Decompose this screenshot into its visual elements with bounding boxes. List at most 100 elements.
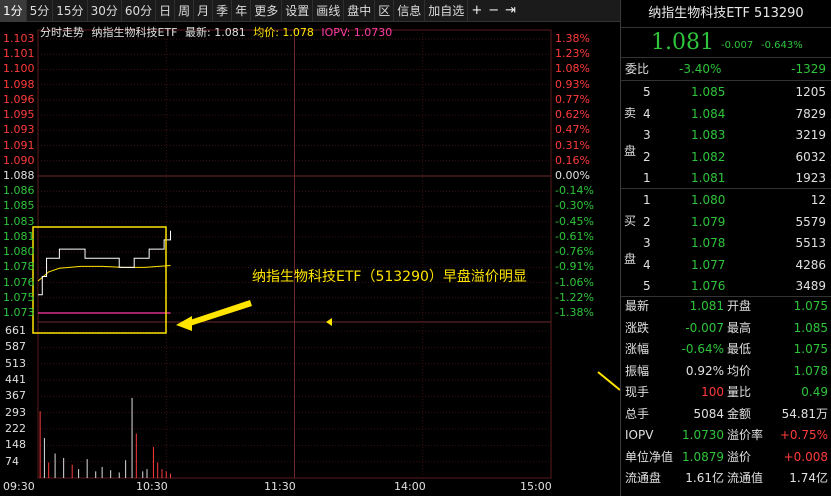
stat-key: 涨跌: [625, 320, 650, 335]
bid-price: 1.076: [691, 279, 726, 293]
stat-row: 涨幅 -0.64% 最低 1.075: [621, 339, 831, 359]
bid-level: 1: [643, 193, 651, 207]
ask-volume: 7829: [795, 106, 826, 121]
stat-value: +0.75%: [779, 428, 828, 442]
ask-price: 1.085: [691, 85, 726, 99]
stat-value: 100: [701, 385, 724, 399]
pct-tick-label: 1.38%: [555, 32, 590, 45]
stat-key: 涨幅: [625, 342, 650, 356]
bid-level: 2: [643, 214, 651, 229]
price-tick-label: 1.090: [3, 153, 35, 167]
price-line: [38, 230, 172, 296]
stat-value: 1.0879: [682, 449, 724, 464]
buy-side-label: 买: [623, 214, 636, 228]
price-tick-label: 1.073: [3, 306, 35, 319]
ask-row: 1 1.081 1923: [621, 168, 831, 188]
sell-side-label: 卖: [623, 106, 636, 120]
ask-row: 3 1.083 3219: [621, 125, 831, 145]
bid-price: 1.080: [691, 193, 726, 207]
stat-key: IOPV: [625, 428, 654, 442]
ask-price: 1.084: [691, 106, 726, 121]
pct-tick-label: 1.08%: [555, 62, 590, 76]
panel-change: -0.007: [721, 40, 754, 51]
highlight-box: [32, 226, 167, 334]
stat-value: 1.075: [793, 299, 828, 313]
ask-level: 2: [643, 149, 651, 164]
stat-key: 量比: [727, 385, 752, 399]
chart-iopv-label: IOPV: 1.0730: [321, 26, 393, 39]
time-tick-label: 14:00: [394, 480, 426, 493]
panel-title: 纳指生物科技ETF 513290: [621, 0, 831, 28]
bid-level: 3: [643, 236, 651, 250]
price-tick-label: 1.096: [3, 92, 35, 106]
panel-last-price: 1.081: [651, 30, 714, 55]
price-tick-label: 1.076: [3, 275, 35, 289]
price-tick-label: 1.080: [3, 245, 35, 259]
ask-price: 1.083: [691, 128, 726, 142]
weibi-value: -1329: [791, 62, 826, 76]
ask-volume: 1923: [795, 171, 826, 185]
chart-mode-label: 分时走势: [40, 26, 84, 39]
price-tick-label: 1.098: [3, 77, 35, 91]
stat-value: 0.49: [801, 385, 828, 399]
price-tick-label: 1.086: [3, 184, 35, 198]
ask-volume: 6032: [795, 149, 826, 164]
volume-tick-label: 661: [5, 324, 26, 337]
bid-row: 4 1.077 4286: [621, 255, 831, 275]
bid-volume: 12: [810, 193, 826, 207]
stat-row: 涨跌 -0.007 最高 1.085: [621, 318, 831, 338]
volume-tick-label: 74: [5, 454, 19, 468]
volume-tick-label: 441: [5, 373, 26, 386]
price-tick-label: 1.095: [3, 108, 35, 122]
stat-key: 总手: [625, 406, 650, 421]
price-tick-label: 1.101: [3, 47, 35, 61]
pct-tick-label: -0.14%: [555, 184, 594, 198]
buy-side-label: 盘: [623, 252, 636, 266]
pct-tick-label: 1.23%: [555, 47, 590, 61]
stat-value: 1.081: [689, 299, 724, 313]
stat-value: 0.92%: [685, 363, 724, 378]
time-tick-label: 15:00: [520, 480, 552, 493]
annotation-arrowhead: [176, 316, 192, 331]
price-tick-label: 1.088: [3, 169, 35, 182]
stat-value: 5084: [693, 406, 724, 421]
ask-row: 5 1.085 1205: [621, 82, 831, 102]
panel-arrow-line: [597, 371, 620, 391]
bid-volume: 4286: [795, 257, 826, 272]
stat-key: 振幅: [625, 363, 650, 378]
price-tick-label: 1.091: [3, 138, 35, 152]
stat-key: 溢价: [727, 449, 752, 464]
stat-key: 最高: [727, 320, 752, 335]
pct-tick-label: 0.31%: [555, 138, 590, 152]
ask-price: 1.081: [691, 171, 726, 185]
ask-row: 4 1.084 7829: [621, 104, 831, 124]
chart-latest-label: 最新: 1.081: [185, 26, 246, 39]
stat-key: 均价: [727, 363, 752, 378]
price-tick-label: 1.103: [3, 32, 35, 45]
stat-key: 溢价率: [727, 428, 764, 442]
bid-price: 1.079: [691, 214, 726, 229]
sell-side-label: 盘: [623, 144, 636, 158]
time-tick-label: 09:30: [3, 480, 35, 493]
stat-key: 单位净值: [625, 449, 674, 464]
stat-row: 最新 1.081 开盘 1.075: [621, 296, 831, 316]
stat-value: 1.085: [793, 320, 828, 335]
stat-key: 流通盘: [625, 471, 662, 485]
time-tick-label: 11:30: [264, 480, 296, 493]
stat-value: -0.007: [685, 320, 724, 335]
panel-change-pct: -0.643%: [761, 40, 803, 51]
ask-volume: 1205: [795, 85, 826, 99]
stat-row: 总手 5084 金额 54.81万: [621, 404, 831, 424]
bid-price: 1.077: [691, 257, 726, 272]
avg-price-line: [37, 265, 171, 282]
pct-tick-label: -1.22%: [555, 290, 594, 304]
intraday-chart: [32, 29, 620, 479]
price-tick-label: 1.083: [3, 214, 35, 228]
time-tick-label: 10:30: [136, 480, 168, 493]
price-tick-label: 1.078: [3, 260, 35, 274]
pct-tick-label: -0.30%: [555, 199, 594, 213]
price-tick-label: 1.075: [3, 290, 35, 304]
volume-tick-label: 293: [5, 405, 26, 419]
ask-level: 4: [643, 106, 651, 121]
stat-value: -0.64%: [681, 342, 724, 356]
